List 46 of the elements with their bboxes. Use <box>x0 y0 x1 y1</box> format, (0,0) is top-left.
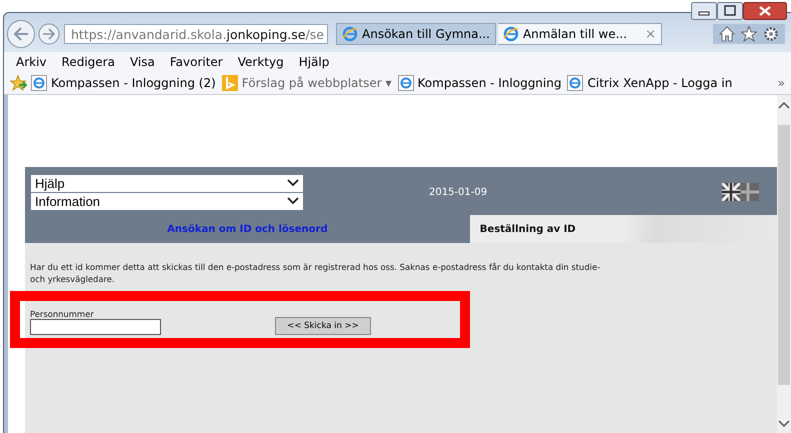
star-icon[interactable] <box>741 26 757 42</box>
tab-title: Anmälan till we... <box>522 27 628 41</box>
scrollbar[interactable] <box>777 95 791 433</box>
url-text: https://anvandarid.skola.jonkoping.se/se <box>71 26 324 42</box>
maximize-icon[interactable] <box>717 2 743 20</box>
home-icon[interactable] <box>719 26 735 42</box>
chevron-down-icon <box>287 197 299 205</box>
date-text: 2015-01-09 <box>429 186 488 198</box>
favorites-star-icon[interactable] <box>10 75 27 91</box>
scroll-down-icon[interactable] <box>778 420 790 428</box>
menu-item[interactable]: Hjälp <box>298 55 330 69</box>
favorite-link[interactable]: Citrix XenApp - Logga in <box>567 75 732 91</box>
page-icon <box>31 75 47 91</box>
favorite-link[interactable]: Kompassen - Inloggning <box>398 75 562 91</box>
menu-item[interactable]: Visa <box>130 55 155 69</box>
page-tab[interactable]: Beställning av ID <box>470 215 777 243</box>
b-logo-icon <box>222 75 238 91</box>
settings-icon[interactable] <box>763 26 779 42</box>
intro-text: Har du ett id kommer detta att skickas till den e-postadress som är registrerad hos oss. Saknas e-postadress får du kontakta din studie- och yrkesvägledare. <box>30 262 602 285</box>
field-label: Personnummer <box>30 309 95 319</box>
browser-tab[interactable]: Anmälan till we... × <box>498 23 662 45</box>
dropdown[interactable]: Information <box>31 192 303 210</box>
forward-icon[interactable] <box>38 23 60 45</box>
browser-icon <box>342 26 358 42</box>
menu-item[interactable]: Redigera <box>62 55 115 69</box>
back-icon[interactable] <box>6 19 36 49</box>
dropdown[interactable]: Hjälp <box>31 174 303 192</box>
more-chevron[interactable]: » <box>778 76 785 90</box>
menu-item[interactable]: Verktyg <box>238 55 284 69</box>
chevron-down-icon <box>287 179 299 187</box>
minimize-icon[interactable] <box>691 2 717 20</box>
browser-icon <box>502 26 519 42</box>
favorite-link[interactable]: Kompassen - Inloggning (2) <box>31 75 216 91</box>
address-bar[interactable]: https://anvandarid.skola.jonkoping.se/se <box>64 24 328 44</box>
browser-tab[interactable]: Ansökan till Gymna... <box>336 23 496 45</box>
menu-item[interactable]: Favoriter <box>170 55 223 69</box>
close-icon[interactable] <box>743 2 787 20</box>
scroll-up-icon[interactable] <box>778 101 790 109</box>
personnummer-input[interactable] <box>30 319 161 335</box>
union-flag-icon[interactable] <box>722 183 740 201</box>
page-icon <box>567 75 584 91</box>
menu-item[interactable]: Arkiv <box>16 55 47 69</box>
favorite-link[interactable]: Förslag på webbplatser ▾ <box>222 75 392 91</box>
page-icon <box>398 75 414 91</box>
tab-title: Ansökan till Gymna... <box>362 27 490 41</box>
submit-button[interactable]: << Skicka in >> <box>275 317 371 335</box>
